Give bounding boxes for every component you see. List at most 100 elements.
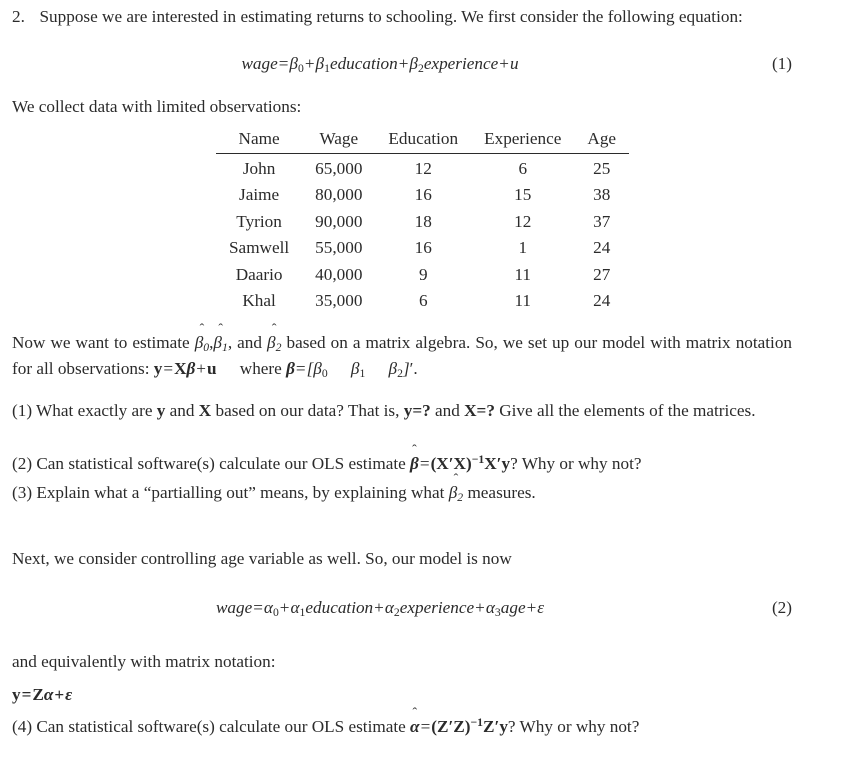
beta-hat-1: ˆ β1 (213, 320, 228, 355)
cell-wage: 65,000 (315, 159, 363, 178)
hat-accent: ˆ (412, 704, 418, 720)
problem-intro-paragraph: 2. Suppose we are interested in estimatin… (12, 4, 792, 30)
column-header-name: Name (238, 129, 280, 148)
equation-1-number: (1) (771, 54, 792, 73)
next-section-line: Next, we consider controlling age variab… (12, 549, 512, 568)
cell-name: John (242, 159, 276, 178)
cell-education: 16 (414, 185, 432, 205)
question-4-label: (4) (12, 717, 33, 736)
vector-y: y (156, 401, 166, 420)
cell-age: 38 (593, 185, 611, 205)
cell-experience: 15 (514, 185, 532, 205)
error-term-u: u (509, 54, 519, 73)
equals-sign: = (278, 54, 289, 73)
question-1-text-a: What exactly are (36, 401, 153, 420)
question-1-y-query: y=? (403, 401, 431, 420)
matrix-paragraph-mid: , and (227, 333, 262, 352)
equation-2-body: wage=α0+α1education+α2experience+α3age+ε (0, 598, 760, 618)
matrix-X: X (174, 359, 187, 379)
equation-1-lhs: wage (241, 54, 278, 73)
alpha-3-age: α3age (485, 598, 526, 620)
question-2-text-b: Why or why not? (521, 454, 642, 473)
plus-sign: + (374, 598, 384, 617)
question-3-label: (3) (12, 483, 33, 502)
plus-sign: + (526, 598, 537, 617)
ols-formula-alpha: (Z′Z)−1Z′y (431, 715, 508, 736)
cell-age: 27 (593, 264, 611, 284)
cell-education: 16 (414, 238, 432, 258)
question-1-text-e: and (435, 401, 460, 420)
ols-formula-beta: (X′X)−1X′y (430, 452, 511, 473)
cell-age: 24 (593, 238, 611, 258)
hat-accent: ˆ (453, 470, 459, 486)
beta-2-experience: β2experience (409, 54, 499, 76)
beta-hat-2: ˆ β2 (267, 320, 282, 355)
collect-data-line: We collect data with limited observation… (12, 97, 302, 116)
question-3-text-b: measures. (467, 483, 536, 502)
question-2-label: (2) (12, 454, 33, 473)
equation-2-number: (2) (771, 598, 792, 617)
beta-vector-elements: [β0 β1 β2]′ (306, 359, 414, 381)
cell-experience: 6 (518, 159, 528, 178)
vector-y: y (12, 685, 21, 704)
question-1-x-query: X=? (464, 401, 495, 420)
beta-hat-estimator: ˆβ (410, 441, 419, 473)
problem-number: 2. (12, 7, 25, 26)
error-term-epsilon: ε (537, 598, 545, 617)
vector-alpha: α (43, 685, 54, 704)
cell-age: 25 (593, 159, 611, 178)
vector-epsilon: ε (65, 685, 73, 704)
cell-experience: 11 (514, 264, 532, 284)
question-1-text-c: based on our data? That is, (215, 401, 400, 420)
matrix-X: X (198, 401, 212, 420)
beta-hat-0: ˆ β0 (194, 320, 210, 355)
table-row: John 65,000 12 6 25 (216, 154, 629, 183)
document-page: 2. Suppose we are interested in estimatin… (0, 0, 846, 757)
plus-sign: + (304, 54, 315, 73)
column-header-age: Age (587, 129, 617, 148)
matrix-algebra-paragraph: Now we want to estimate ˆ β0, ˆ β1, and ˆ β2… (12, 320, 793, 381)
table-body: John 65,000 12 6 25 Jaime 80,000 16 15 3… (216, 154, 629, 315)
alpha-1-education: α1education (290, 598, 374, 620)
table-row: Khal 35,000 6 11 24 (216, 288, 629, 314)
equation-2-lhs: wage (215, 598, 253, 617)
equals-sign: = (253, 598, 263, 617)
where-label: where (239, 359, 282, 379)
cell-name: Jaime (239, 185, 280, 205)
cell-wage: 55,000 (315, 238, 363, 258)
cell-education: 18 (414, 211, 432, 231)
plus-sign: + (398, 54, 409, 73)
cell-experience: 1 (518, 238, 528, 258)
table-row: Tyrion 90,000 18 12 37 (216, 209, 629, 235)
table-row: Daario 40,000 9 11 27 (216, 261, 629, 287)
question-2: (2) Can statistical software(s) calculat… (12, 441, 642, 477)
cell-name: Samwell (229, 238, 290, 258)
cell-experience: 11 (514, 290, 532, 310)
hat-accent: ˆ (218, 320, 223, 336)
cell-wage: 90,000 (315, 211, 363, 231)
equation-1-body: wage=β0+β1education+β2experience+u (0, 54, 760, 74)
hat-accent: ˆ (199, 320, 205, 336)
column-header-wage: Wage (319, 129, 359, 148)
question-4-text-a: Can statistical software(s) calculate ou… (36, 717, 406, 736)
matrix-model-z: y=Zα+ε (12, 685, 73, 704)
question-4: (4) Can statistical software(s) calculat… (12, 704, 639, 740)
cell-experience: 12 (514, 211, 532, 231)
vector-beta: β (186, 359, 196, 379)
question-3: (3) Explain what a “partialling out” mea… (12, 470, 536, 506)
alpha-hat-estimator: ˆα (410, 704, 420, 736)
question-1-text-g: Give all the elements of the matrices. (499, 401, 756, 420)
table-header-row: Name Wage Education Experience Age (216, 128, 630, 154)
cell-wage: 40,000 (315, 264, 363, 284)
hat-accent: ˆ (412, 441, 417, 457)
cell-name: Daario (235, 264, 283, 284)
beta-definition: β (286, 359, 295, 379)
matrix-notation-line: and equivalently with matrix notation: (12, 652, 276, 671)
question-2-text-a: Can statistical software(s) calculate ou… (36, 454, 406, 473)
beta-hat-2: ˆ β2 (448, 470, 464, 505)
question-1-text-b: and (169, 401, 195, 420)
cell-wage: 80,000 (315, 185, 363, 205)
table-row: Jaime 80,000 16 15 38 (216, 182, 629, 208)
question-3-text-a: Explain what a “partialling out” means, … (36, 483, 445, 502)
cell-name: Tyrion (236, 211, 282, 231)
